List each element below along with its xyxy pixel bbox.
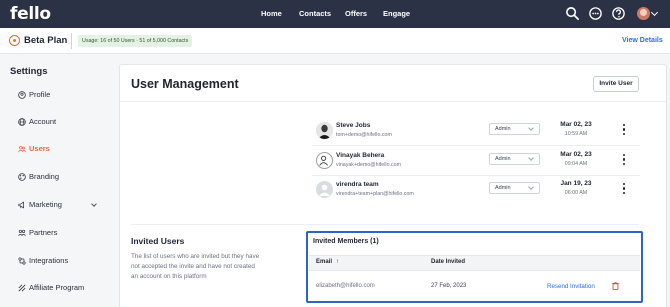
user-time: 06:00 AM (564, 190, 588, 196)
sort-arrow-icon[interactable]: ↑ (336, 259, 339, 265)
divider (120, 101, 666, 102)
sidebar-item-label: Integrations (29, 256, 69, 265)
more-options-icon[interactable] (623, 154, 626, 165)
role-select[interactable]: Admin (489, 123, 540, 135)
sidebar-item-label: Account (29, 117, 57, 126)
user-name: Vinayak Behera (336, 152, 385, 159)
sidebar-item-label: Partners (29, 228, 58, 237)
invited-users-description: The list of users who are invited but th… (131, 253, 260, 280)
profile-icon (18, 91, 26, 99)
role-value: Admin (495, 185, 511, 191)
sidebar-item-integrations[interactable]: Integrations (18, 256, 108, 268)
sidebar-item-label: Marketing (29, 200, 62, 209)
trash-icon[interactable] (612, 282, 619, 290)
plan-bar: Beta Plan Usage: 16 of 50 Users · 51 of … (0, 28, 670, 54)
sidebar-item-account[interactable]: Account (18, 117, 108, 129)
role-select[interactable]: Admin (489, 182, 540, 194)
globe-icon (18, 118, 26, 126)
chat-icon[interactable] (588, 6, 603, 21)
user-email: vinayak+demo@hifello.com (336, 162, 401, 168)
user-row: virendra team virendra+team+plan@hifello… (312, 176, 640, 205)
invite-user-button[interactable]: Invite User (593, 76, 639, 92)
chevron-down-icon (528, 184, 534, 190)
invited-members-title: Invited Members (1) (313, 238, 379, 245)
sidebar-item-label: Users (29, 144, 50, 153)
user-row: Vinayak Behera vinayak+demo@hifello.com … (312, 147, 640, 176)
nav-offers[interactable]: Offers (345, 9, 367, 18)
role-value: Admin (495, 156, 511, 162)
nav-home[interactable]: Home (261, 9, 282, 18)
usage-badge: Usage: 16 of 50 Users · 51 of 5,000 Cont… (78, 35, 193, 47)
megaphone-icon (18, 201, 24, 209)
user-time: 10:59 AM (564, 131, 588, 137)
divider (131, 224, 639, 225)
user-date: Jan 19, 23 (560, 180, 592, 187)
user-avatar[interactable] (637, 7, 650, 20)
resend-invitation-link[interactable]: Resend Invitation (547, 283, 595, 290)
plan-name: Beta Plan (24, 35, 68, 46)
chevron-down-icon (528, 125, 534, 131)
column-header-email[interactable]: Email (316, 259, 332, 265)
sidebar-item-branding[interactable]: Branding (18, 172, 108, 184)
user-name: virendra team (336, 181, 379, 188)
avatar (316, 152, 333, 169)
nav-engage[interactable]: Engage (383, 9, 410, 18)
user-date: Mar 02, 23 (560, 121, 592, 128)
chevron-down-icon (528, 155, 534, 161)
help-icon[interactable] (611, 6, 626, 21)
user-email: virendra+team+plan@hifello.com (336, 191, 414, 197)
role-value: Admin (495, 126, 511, 132)
sidebar-item-affiliate-program[interactable]: Affiliate Program (18, 283, 108, 295)
settings-title: Settings (10, 66, 48, 77)
sidebar-item-label: Branding (29, 172, 60, 181)
users-icon (18, 146, 26, 153)
integrations-icon (18, 257, 26, 265)
user-date: Mar 02, 23 (560, 151, 592, 158)
sidebar-item-label: Affiliate Program (29, 283, 85, 292)
partners-icon (18, 229, 26, 236)
user-row: Steve Jobs tom+demo@hifello.com Admin Ma… (312, 117, 640, 146)
top-nav-bar: fello Home Contacts Offers Engage (0, 0, 670, 28)
page-title: User Management (131, 77, 239, 91)
nav-contacts[interactable]: Contacts (299, 9, 331, 18)
more-options-icon[interactable] (623, 124, 626, 135)
sidebar-item-profile[interactable]: Profile (18, 90, 108, 102)
user-name: Steve Jobs (336, 122, 371, 129)
user-time: 09:04 AM (564, 161, 588, 167)
invited-email: elizabeth@hifello.com (316, 283, 375, 289)
invited-date: 27 Feb, 2023 (431, 283, 467, 289)
avatar (316, 181, 333, 198)
divider (71, 33, 72, 49)
sidebar-item-label: Profile (29, 90, 51, 99)
avatar (316, 122, 333, 139)
affiliate-icon (18, 284, 26, 292)
invited-users-title: Invited Users (131, 236, 185, 246)
sidebar-item-users[interactable]: Users (18, 144, 108, 156)
column-header-date-invited: Date Invited (431, 259, 466, 265)
plan-icon (9, 35, 20, 46)
sidebar-item-partners[interactable]: Partners (18, 228, 108, 240)
role-select[interactable]: Admin (489, 153, 540, 165)
view-details-link[interactable]: View Details (622, 37, 663, 44)
user-email: tom+demo@hifello.com (336, 132, 392, 138)
table-header (309, 255, 640, 271)
palette-icon (18, 173, 26, 181)
search-icon[interactable] (565, 6, 580, 21)
more-options-icon[interactable] (623, 183, 626, 194)
